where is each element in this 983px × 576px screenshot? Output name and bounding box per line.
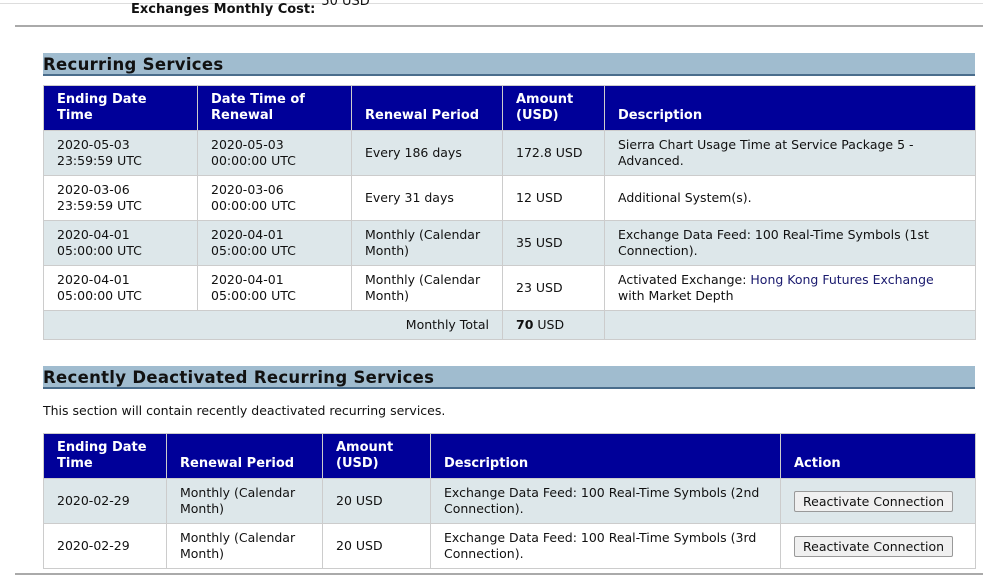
monthly-total-label: Monthly Total xyxy=(43,310,503,340)
cost-label: Exchanges Monthly Cost: xyxy=(131,2,316,17)
col-renewal-period: Renewal Period xyxy=(166,433,323,479)
ending-date: 2020-05-03 23:59:59 UTC xyxy=(43,130,198,176)
description-text: with Market Depth xyxy=(618,288,734,303)
reactivate-connection-button[interactable]: Reactivate Connection xyxy=(794,490,954,512)
renewal-period: Monthly (Calendar Month) xyxy=(351,220,503,266)
col-description: Description xyxy=(604,85,976,131)
divider xyxy=(15,25,983,27)
ending-date: 2020-02-29 xyxy=(43,478,167,524)
amount: 20 USD xyxy=(322,523,431,569)
table-row: 2020-02-29 Monthly (Calendar Month) 20 U… xyxy=(43,523,976,569)
divider xyxy=(15,573,983,575)
col-renewal-period: Renewal Period xyxy=(351,85,503,131)
deactivated-services-table: Ending Date Time Renewal Period Amount (… xyxy=(43,433,976,569)
monthly-total-unit: USD xyxy=(537,317,565,332)
description-text: Activated Exchange: xyxy=(618,272,751,287)
total-row: Monthly Total 70 USD xyxy=(43,310,976,340)
description: Activated Exchange: Hong Kong Futures Ex… xyxy=(604,265,976,311)
renewal-period: Every 31 days xyxy=(351,175,503,221)
description: Exchange Data Feed: 100 Real-Time Symbol… xyxy=(430,523,781,569)
empty-cell xyxy=(604,310,976,340)
action-cell: Reactivate Connection xyxy=(780,478,976,524)
cost-value: 50 USD xyxy=(321,0,370,9)
recurring-services-table: Ending Date Time Date Time of Renewal Re… xyxy=(43,85,976,340)
amount: 12 USD xyxy=(502,175,605,221)
amount: 172.8 USD xyxy=(502,130,605,176)
exchange-link[interactable]: Hong Kong Futures Exchange xyxy=(750,272,933,287)
description: Exchange Data Feed: 100 Real-Time Symbol… xyxy=(604,220,976,266)
renewal-date: 2020-04-01 05:00:00 UTC xyxy=(197,265,352,311)
col-description: Description xyxy=(430,433,781,479)
ending-date: 2020-04-01 05:00:00 UTC xyxy=(43,265,198,311)
ending-date: 2020-04-01 05:00:00 UTC xyxy=(43,220,198,266)
col-renewal-date: Date Time of Renewal xyxy=(197,85,352,131)
ending-date: 2020-02-29 xyxy=(43,523,167,569)
exchanges-monthly-cost: Exchanges Monthly Cost: 50 USD xyxy=(131,0,370,17)
description: Sierra Chart Usage Time at Service Packa… xyxy=(604,130,976,176)
monthly-total-value: 70 xyxy=(516,317,534,332)
deactivated-services-heading: Recently Deactivated Recurring Services xyxy=(43,366,975,389)
renewal-date: 2020-04-01 05:00:00 UTC xyxy=(197,220,352,266)
renewal-date: 2020-03-06 00:00:00 UTC xyxy=(197,175,352,221)
table-row: 2020-05-03 23:59:59 UTC 2020-05-03 00:00… xyxy=(43,130,976,176)
amount: 35 USD xyxy=(502,220,605,266)
monthly-total: 70 USD xyxy=(502,310,605,340)
recurring-services-heading: Recurring Services xyxy=(43,53,975,76)
renewal-period: Monthly (Calendar Month) xyxy=(166,478,323,524)
renewal-period: Monthly (Calendar Month) xyxy=(351,265,503,311)
deactivated-note: This section will contain recently deact… xyxy=(43,403,446,418)
action-cell: Reactivate Connection xyxy=(780,523,976,569)
table-row: 2020-02-29 Monthly (Calendar Month) 20 U… xyxy=(43,478,976,524)
table-row: 2020-04-01 05:00:00 UTC 2020-04-01 05:00… xyxy=(43,220,976,266)
col-ending-date: Ending Date Time xyxy=(43,85,198,131)
ending-date: 2020-03-06 23:59:59 UTC xyxy=(43,175,198,221)
reactivate-connection-button[interactable]: Reactivate Connection xyxy=(794,535,954,557)
renewal-period: Monthly (Calendar Month) xyxy=(166,523,323,569)
col-amount: Amount (USD) xyxy=(502,85,605,131)
table-row: 2020-03-06 23:59:59 UTC 2020-03-06 00:00… xyxy=(43,175,976,221)
description: Exchange Data Feed: 100 Real-Time Symbol… xyxy=(430,478,781,524)
amount: 20 USD xyxy=(322,478,431,524)
col-action: Action xyxy=(780,433,976,479)
renewal-date: 2020-05-03 00:00:00 UTC xyxy=(197,130,352,176)
amount: 23 USD xyxy=(502,265,605,311)
renewal-period: Every 186 days xyxy=(351,130,503,176)
col-amount: Amount (USD) xyxy=(322,433,431,479)
description: Additional System(s). xyxy=(604,175,976,221)
table-row: 2020-04-01 05:00:00 UTC 2020-04-01 05:00… xyxy=(43,265,976,311)
col-ending-date: Ending Date Time xyxy=(43,433,167,479)
